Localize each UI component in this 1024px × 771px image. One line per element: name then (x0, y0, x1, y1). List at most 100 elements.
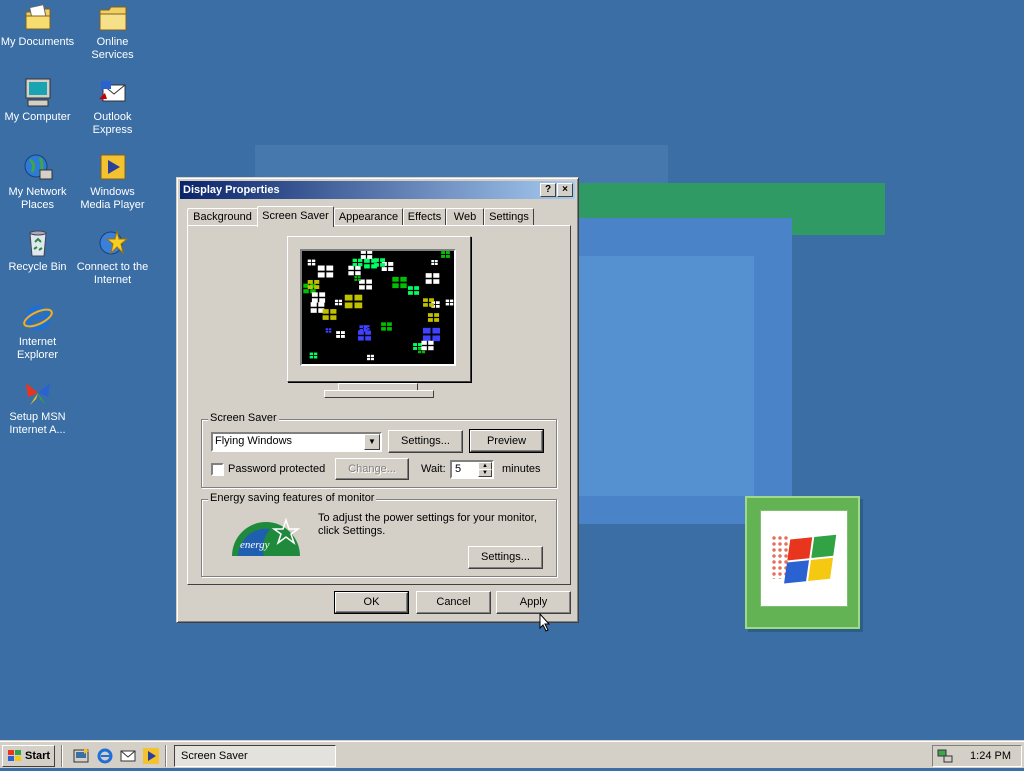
flying-window-icon (360, 251, 373, 259)
my-documents-icon (22, 2, 54, 34)
desktop-icon-online-services[interactable]: Online Services (75, 2, 150, 62)
desktop-icon-my-computer[interactable]: My Computer (0, 77, 75, 124)
energy-saving-group: Energy saving features of monitor energy… (201, 492, 557, 577)
window-title: Display Properties (183, 184, 280, 196)
media-player-icon[interactable] (142, 747, 160, 765)
screensaver-preview-screen (300, 249, 456, 366)
my-computer-icon (22, 77, 54, 109)
wait-minutes-spinner[interactable]: 5 ▲ ▼ (450, 460, 494, 479)
cancel-button[interactable]: Cancel (416, 591, 491, 614)
flying-window-icon (381, 322, 392, 331)
desktop-icon-connect-to-internet[interactable]: Connect to the Internet (75, 227, 150, 287)
screensaver-select[interactable]: Flying Windows ▼ (211, 432, 382, 452)
help-button[interactable]: ? (540, 183, 556, 197)
start-button[interactable]: Start (2, 745, 55, 767)
windows-flag-icon (6, 749, 22, 763)
flying-window-icon (325, 328, 332, 333)
desktop-icon-setup-msn[interactable]: Setup MSN Internet A... (0, 377, 75, 437)
screen-saver-group-label: Screen Saver (208, 412, 279, 424)
flying-window-icon (421, 340, 434, 351)
desktop-icon-my-network-places[interactable]: My Network Places (0, 152, 75, 212)
wallpaper-band (578, 256, 754, 496)
start-label: Start (25, 750, 51, 762)
password-protected-label[interactable]: Password protected (228, 463, 325, 475)
flying-window-icon (317, 265, 334, 278)
energy-star-logo-icon: energy (230, 512, 302, 557)
chevron-down-icon[interactable]: ▼ (364, 434, 380, 450)
screen-saver-group: Screen Saver Flying Windows ▼ Settings..… (201, 412, 557, 488)
password-protected-checkbox[interactable] (211, 463, 224, 476)
monitor-preview (287, 236, 471, 382)
msn-butterfly-icon (22, 377, 54, 409)
flying-window-icon (427, 313, 440, 322)
energy-group-label: Energy saving features of monitor (208, 492, 377, 504)
flying-window-icon (311, 292, 326, 303)
wait-label: Wait: (421, 463, 446, 475)
outlook-express-icon[interactable] (119, 747, 137, 765)
desktop-icon-internet-explorer[interactable]: Internet Explorer (0, 302, 75, 362)
flying-window-icon (307, 279, 320, 290)
spin-down-icon[interactable]: ▼ (478, 469, 492, 477)
tab-screen-saver[interactable]: Screen Saver (257, 206, 334, 227)
screen-saver-panel: Screen Saver Flying Windows ▼ Settings..… (187, 225, 571, 585)
flying-window-icon (334, 299, 343, 306)
recycle-bin-icon (22, 227, 54, 259)
flying-window-icon (422, 327, 441, 342)
flying-window-icon (307, 259, 316, 266)
minutes-label: minutes (502, 463, 541, 475)
screensaver-settings-button[interactable]: Settings... (388, 430, 463, 453)
flying-window-icon (364, 258, 377, 269)
flying-window-icon (336, 331, 345, 338)
flying-window-icon (441, 251, 450, 258)
connect-internet-icon (97, 227, 129, 259)
taskbar-button-screen-saver[interactable]: Screen Saver (174, 745, 336, 767)
internet-explorer-icon (22, 302, 54, 334)
outlook-express-icon (97, 77, 129, 109)
flying-window-icon (359, 325, 368, 332)
flying-window-icon (359, 279, 372, 290)
tab-background[interactable]: Background (187, 208, 258, 226)
taskbar: Start Screen Saver 1:24 PM (0, 740, 1024, 768)
system-tray: 1:24 PM (932, 745, 1022, 767)
internet-explorer-icon[interactable] (96, 747, 114, 765)
desktop-icon-recycle-bin[interactable]: Recycle Bin (0, 227, 75, 274)
flying-window-icon (423, 298, 434, 307)
network-places-icon (22, 152, 54, 184)
close-button[interactable]: × (557, 183, 573, 197)
taskbar-separator (61, 745, 63, 767)
flying-window-icon (344, 294, 363, 309)
desktop-icon-my-documents[interactable]: My Documents (0, 2, 75, 49)
screensaver-select-value: Flying Windows (215, 435, 293, 447)
monitor-base (324, 390, 434, 398)
preview-button[interactable]: Preview (469, 429, 544, 453)
taskbar-separator (165, 745, 167, 767)
window-titlebar[interactable]: Display Properties ? × (180, 181, 575, 199)
network-tray-icon[interactable] (937, 748, 953, 764)
energy-logo-text: energy (240, 539, 270, 551)
show-desktop-icon[interactable] (72, 747, 90, 765)
desktop-icon-outlook-express[interactable]: Outlook Express (75, 77, 150, 137)
change-password-button[interactable]: Change... (335, 458, 409, 480)
desktop-icon-windows-media-player[interactable]: Windows Media Player (75, 152, 150, 212)
ok-button[interactable]: OK (334, 591, 409, 614)
tab-settings[interactable]: Settings (484, 208, 534, 226)
flying-window-icon (392, 276, 407, 289)
tab-appearance[interactable]: Appearance (334, 208, 403, 226)
flying-window-icon (358, 330, 371, 341)
folder-icon (97, 2, 129, 34)
flying-window-icon (367, 354, 374, 361)
clock[interactable]: 1:24 PM (970, 746, 1011, 766)
tab-web[interactable]: Web (446, 208, 484, 226)
flying-window-icon (425, 273, 440, 284)
flying-window-icon (407, 286, 420, 295)
apply-button[interactable]: Apply (496, 591, 571, 614)
flying-window-icon (445, 299, 454, 306)
energy-settings-button[interactable]: Settings... (468, 546, 543, 569)
wait-minutes-value[interactable]: 5 (455, 463, 461, 475)
flying-window-icon (348, 265, 361, 276)
tab-effects[interactable]: Effects (403, 208, 446, 226)
flying-window-icon (322, 309, 337, 320)
windows-logo-icon (745, 496, 860, 629)
flying-window-icon (354, 276, 361, 281)
display-properties-window: Display Properties ? × Background Screen… (176, 177, 579, 623)
